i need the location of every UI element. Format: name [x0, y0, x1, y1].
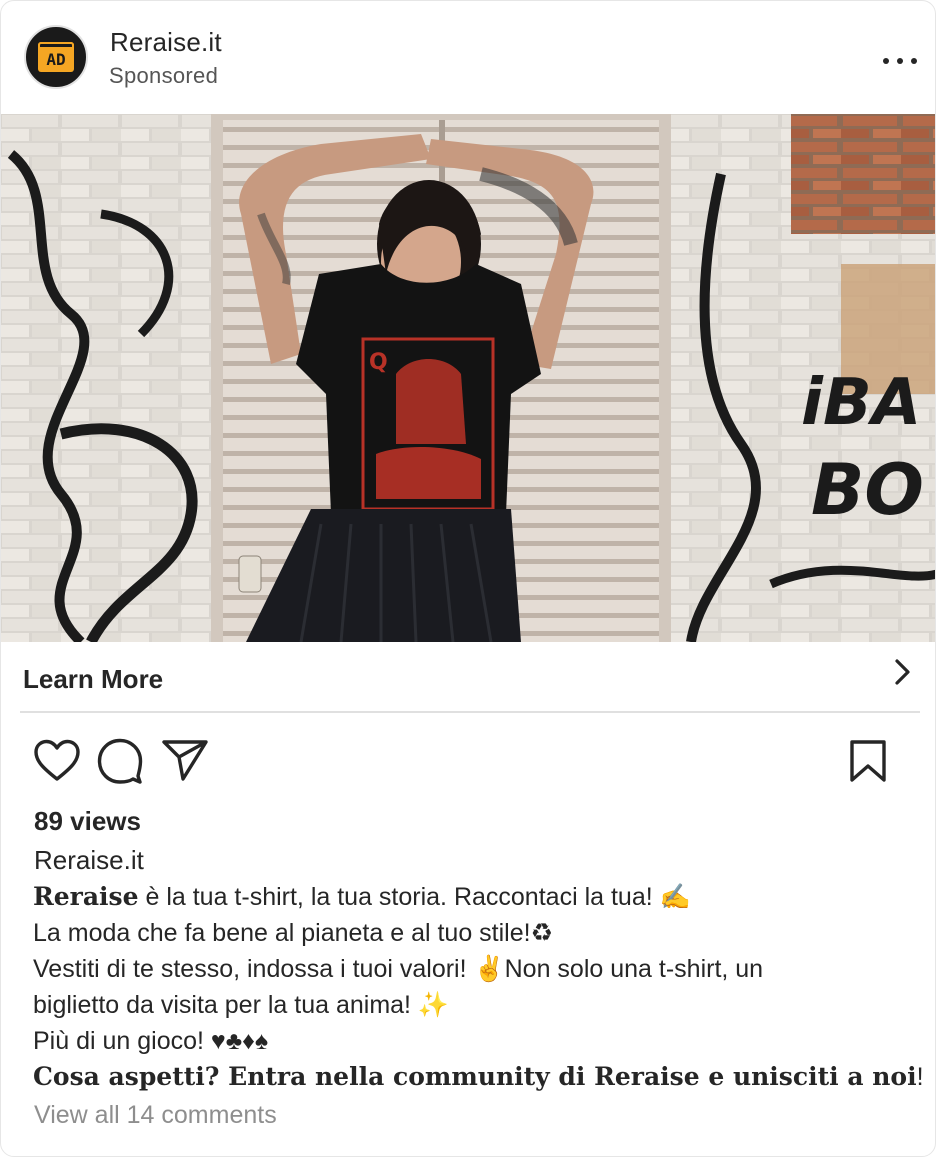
svg-text:Q: Q	[369, 350, 388, 375]
more-options-icon[interactable]	[883, 49, 917, 73]
comment-icon[interactable]	[97, 738, 143, 784]
brand-mention: Reraise	[33, 882, 139, 911]
chevron-right-icon[interactable]	[891, 657, 915, 687]
caption-line-5: Più di un gioco! ♥♣♦♠	[33, 1027, 269, 1055]
view-comments-link[interactable]: View all 14 comments	[34, 1101, 277, 1130]
heart-icon[interactable]	[33, 739, 81, 783]
svg-text:BO: BO	[811, 449, 924, 531]
sponsored-label: Sponsored	[109, 63, 219, 88]
caption-line-2: La moda che fa bene al pianeta e al tuo …	[33, 919, 553, 947]
caption-username[interactable]: Reraise.it	[34, 845, 144, 876]
caption-line-1: Reraise è la tua t-shirt, la tua storia.…	[33, 882, 691, 911]
post-header: AD Reraise.it Sponsored	[1, 1, 935, 114]
caption: Reraise è la tua t-shirt, la tua storia.…	[33, 879, 924, 1095]
avatar[interactable]: AD	[24, 25, 88, 89]
caption-line-4: biglietto da visita per la tua anima! ✨	[33, 991, 450, 1019]
views-count: 89 views	[34, 806, 141, 836]
ad-logo-icon: AD	[38, 42, 74, 72]
svg-text:iBA: iBA	[801, 366, 921, 440]
caption-line-3: Vestiti di te stesso, indossa i tuoi val…	[33, 955, 764, 983]
divider	[20, 711, 920, 713]
post-image[interactable]: iBA BO Q	[1, 114, 935, 642]
paper-plane-icon[interactable]	[161, 739, 209, 781]
bookmark-icon[interactable]	[849, 739, 887, 783]
sponsored-post-card: AD Reraise.it Sponsored iBA BO Q Learn M…	[0, 0, 936, 1157]
learn-more-label: Learn More	[23, 664, 164, 694]
account-name[interactable]: Reraise.it	[110, 27, 222, 58]
learn-more-button[interactable]: Learn More	[1, 642, 935, 712]
caption-line-6: Cosa aspetti? Entra nella community di R…	[33, 1062, 924, 1091]
